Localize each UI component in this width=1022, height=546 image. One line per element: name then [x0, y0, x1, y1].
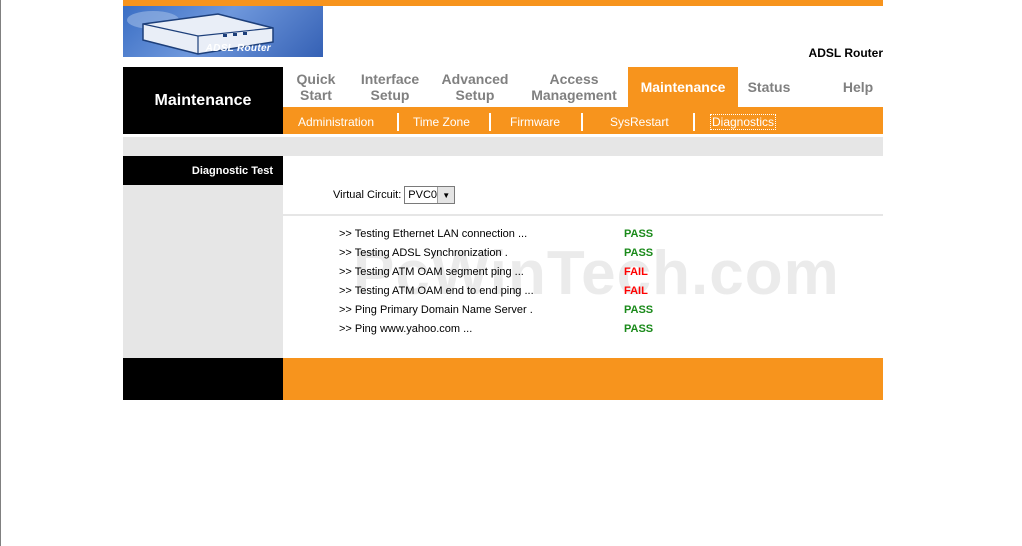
test-status: PASS	[624, 228, 654, 240]
virtual-circuit-label: Virtual Circuit:	[333, 189, 402, 201]
diagnostic-results: >> Testing Ethernet LAN connection ... P…	[339, 228, 669, 342]
test-status: PASS	[624, 247, 654, 259]
test-status: FAIL	[624, 285, 648, 297]
main-nav: Quick Start Interface Setup Advanced Setup …	[283, 67, 883, 107]
sub-nav: Administration Time Zone Firmware SysRes…	[283, 107, 883, 134]
router-logo: ADSL Router	[123, 6, 323, 57]
tab-quick-start[interactable]: Quick Start	[283, 67, 349, 107]
result-row: >> Testing ATM OAM segment ping ... FAIL	[339, 266, 669, 285]
result-row: >> Testing Ethernet LAN connection ... P…	[339, 228, 669, 247]
test-name: >> Testing ATM OAM end to end ping ...	[339, 285, 534, 297]
test-name: >> Testing ADSL Synchronization .	[339, 247, 508, 259]
footer-bar	[283, 358, 883, 400]
result-row: >> Testing ATM OAM end to end ping ... F…	[339, 285, 669, 304]
footer-left	[123, 358, 283, 400]
sidebar-panel	[123, 156, 283, 358]
tab-status[interactable]: Status	[738, 67, 800, 107]
virtual-circuit-select[interactable]: PVC0 ▼	[404, 186, 456, 204]
test-name: >> Ping Primary Domain Name Server .	[339, 304, 533, 316]
result-row: >> Testing ADSL Synchronization . PASS	[339, 247, 669, 266]
tab-maintenance[interactable]: Maintenance	[628, 67, 738, 107]
divider	[283, 214, 883, 216]
test-name: >> Testing ATM OAM segment ping ...	[339, 266, 524, 278]
section-title: Maintenance	[123, 67, 283, 134]
tab-access-management[interactable]: Access Management	[519, 67, 629, 107]
tab-advanced-setup[interactable]: Advanced Setup	[431, 67, 519, 107]
test-name: >> Ping www.yahoo.com ...	[339, 323, 473, 335]
virtual-circuit-row: Virtual Circuit: PVC0 ▼	[333, 186, 456, 204]
content-header-bar	[123, 137, 883, 156]
virtual-circuit-value: PVC0	[408, 189, 438, 201]
subnav-diagnostics[interactable]: Diagnostics	[710, 114, 777, 130]
sidebar-heading: Diagnostic Test	[123, 156, 283, 185]
subnav-separator	[581, 113, 583, 131]
product-name: ADSL Router	[808, 46, 883, 60]
chevron-down-icon[interactable]: ▼	[437, 187, 455, 203]
test-status: PASS	[624, 323, 654, 335]
subnav-separator	[693, 113, 695, 131]
test-status: FAIL	[624, 266, 648, 278]
subnav-administration[interactable]: Administration	[298, 115, 374, 129]
subnav-separator	[397, 113, 399, 131]
result-row: >> Ping www.yahoo.com ... PASS	[339, 323, 669, 342]
subnav-sysrestart[interactable]: SysRestart	[610, 115, 669, 129]
subnav-separator	[489, 113, 491, 131]
subnav-time-zone[interactable]: Time Zone	[413, 115, 470, 129]
logo-text: ADSL Router	[205, 43, 271, 54]
test-name: >> Testing Ethernet LAN connection ...	[339, 228, 528, 240]
subnav-firmware[interactable]: Firmware	[510, 115, 560, 129]
tab-help[interactable]: Help	[813, 67, 903, 107]
tab-interface-setup[interactable]: Interface Setup	[349, 67, 431, 107]
test-status: PASS	[624, 304, 654, 316]
result-row: >> Ping Primary Domain Name Server . PAS…	[339, 304, 669, 323]
